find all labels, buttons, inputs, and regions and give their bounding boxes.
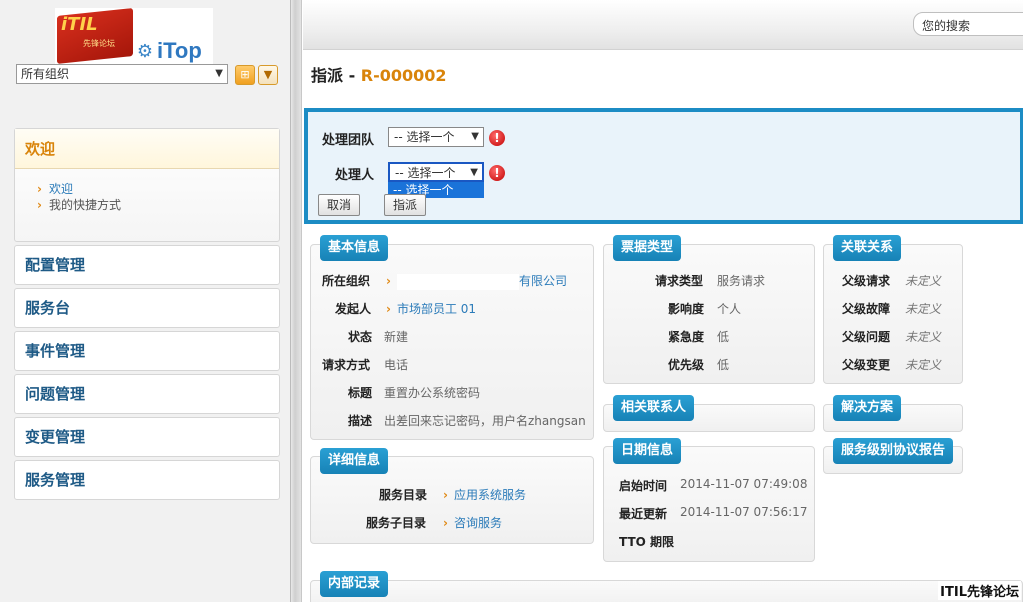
field-label: 影响度 xyxy=(668,302,705,316)
organization-value: 有限公司 xyxy=(518,274,567,288)
logo-flag-title: iTIL xyxy=(61,14,98,35)
menu-problem-management[interactable]: 问题管理 xyxy=(14,374,280,414)
field-label: 父级变更 xyxy=(842,358,891,372)
menu-label: 配置管理 xyxy=(25,256,86,274)
field-label: 父级问题 xyxy=(842,330,891,344)
redacted-area xyxy=(396,273,519,290)
description-value: 出差回来忘记密码，用户名zhangsan xyxy=(384,414,586,428)
field-label: 所在组织 xyxy=(322,274,371,288)
global-search-input[interactable]: 您的搜索 xyxy=(913,12,1023,36)
field-label: 描述 xyxy=(348,414,373,428)
error-icon: ! xyxy=(489,165,505,181)
last-update-value: 2014-11-07 07:56:17 xyxy=(680,505,808,519)
organization-link[interactable]: 有限公司 xyxy=(386,272,567,290)
logo-brand: iTop xyxy=(157,38,202,63)
details-tab[interactable]: 详细信息 xyxy=(320,448,389,474)
ticket-type-tab[interactable]: 票据类型 xyxy=(613,235,682,261)
page-title: 指派 - R-000002 xyxy=(311,62,447,86)
dates-tab[interactable]: 日期信息 xyxy=(613,438,682,464)
parent-request-value: 未定义 xyxy=(905,274,942,288)
field-label: 启始时间 xyxy=(619,479,668,493)
error-icon: ! xyxy=(489,130,505,146)
start-date-value: 2014-11-07 07:49:08 xyxy=(680,477,808,491)
menu-config-management[interactable]: 配置管理 xyxy=(14,245,280,285)
service-subcategory-link[interactable]: 咨询服务 xyxy=(443,514,502,531)
ticket-type-panel xyxy=(603,244,815,384)
field-label: 标题 xyxy=(348,386,373,400)
field-label: 请求方式 xyxy=(322,358,371,372)
menu-welcome: 欢迎 欢迎 我的快捷方式 xyxy=(14,128,280,242)
menu-label: 事件管理 xyxy=(25,342,86,360)
parent-problem-value: 未定义 xyxy=(905,330,942,344)
menu-incident-management[interactable]: 事件管理 xyxy=(14,331,280,371)
status-value: 新建 xyxy=(384,330,409,344)
sla-report-tab[interactable]: 服务级别协议报告 xyxy=(833,438,954,464)
internal-notes-tab[interactable]: 内部记录 xyxy=(320,571,389,597)
team-label: 处理团队 xyxy=(322,133,375,148)
menu-welcome-header[interactable]: 欢迎 xyxy=(15,129,279,169)
chevron-down-icon: ▼ xyxy=(215,68,223,79)
internal-notes-panel xyxy=(310,580,1023,602)
field-label: 服务目录 xyxy=(379,488,428,502)
service-link[interactable]: 应用系统服务 xyxy=(443,486,526,503)
field-label: 优先级 xyxy=(668,358,705,372)
pin-menu-button[interactable]: ▼ xyxy=(258,65,278,85)
field-label: 服务子目录 xyxy=(366,516,427,530)
page-title-ref: R-000002 xyxy=(360,66,447,85)
menu-item-welcome[interactable]: 欢迎 xyxy=(37,181,279,197)
menu-service-desk[interactable]: 服务台 xyxy=(14,288,280,328)
origin-value: 电话 xyxy=(384,358,409,372)
top-bar: 您的搜索 xyxy=(303,0,1023,50)
org-tree-button[interactable]: ⊞ xyxy=(235,65,255,85)
cancel-button[interactable]: 取消 xyxy=(318,194,360,216)
basic-info-tab[interactable]: 基本信息 xyxy=(320,235,389,261)
field-label: 最近更新 xyxy=(619,507,668,521)
menu-item-shortcuts[interactable]: 我的快捷方式 xyxy=(37,197,279,213)
urgency-value: 低 xyxy=(717,330,730,344)
menu-label: 变更管理 xyxy=(25,428,86,446)
solution-tab[interactable]: 解决方案 xyxy=(833,395,902,421)
agent-select[interactable]: -- 选择一个 ▼ xyxy=(388,162,484,182)
logo[interactable]: iTIL 先锋论坛 ⚙ iTop xyxy=(55,8,213,64)
organization-select[interactable]: 所有组织 ▼ xyxy=(16,64,228,84)
parent-change-value: 未定义 xyxy=(905,358,942,372)
logo-flag-subtitle: 先锋论坛 xyxy=(83,39,115,48)
chevron-down-icon: ▼ xyxy=(471,131,479,142)
menu-label: 问题管理 xyxy=(25,385,86,403)
menu-service-management[interactable]: 服务管理 xyxy=(14,460,280,500)
team-select-value: -- 选择一个 xyxy=(394,130,455,144)
agent-select-value: -- 选择一个 xyxy=(395,166,456,180)
field-label: 父级请求 xyxy=(842,274,891,288)
organization-select-value: 所有组织 xyxy=(21,67,70,81)
priority-value: 低 xyxy=(717,358,730,372)
field-label: TTO 期限 xyxy=(619,535,675,549)
request-type-value: 服务请求 xyxy=(717,274,766,288)
agent-label: 处理人 xyxy=(335,168,375,183)
assign-button[interactable]: 指派 xyxy=(384,194,426,216)
chevron-down-icon: ▼ xyxy=(470,167,478,178)
field-label: 请求类型 xyxy=(655,274,704,288)
menu-label: 服务台 xyxy=(25,299,71,317)
team-select[interactable]: -- 选择一个 ▼ xyxy=(388,127,484,147)
impact-value: 个人 xyxy=(717,302,742,316)
field-label: 父级故障 xyxy=(842,302,891,316)
field-label: 状态 xyxy=(348,330,373,344)
sidebar: iTIL 先锋论坛 ⚙ iTop 所有组织 ▼ ⊞ ▼ 欢迎 欢迎 我的快捷方式… xyxy=(0,0,290,602)
gear-icon: ⚙ xyxy=(136,41,154,62)
dispatch-form: 处理团队 -- 选择一个 ▼ ! 处理人 -- 选择一个 ▼ ! -- 选择一个… xyxy=(304,108,1023,224)
page-title-separator: - xyxy=(343,66,361,85)
main-content: 您的搜索 指派 - R-000002 处理团队 -- 选择一个 ▼ ! 处理人 … xyxy=(303,0,1023,602)
menu-label: 服务管理 xyxy=(25,471,86,489)
relations-tab[interactable]: 关联关系 xyxy=(833,235,902,261)
page-title-action: 指派 xyxy=(311,66,344,85)
title-value: 重置办公系统密码 xyxy=(384,386,481,400)
menu-change-management[interactable]: 变更管理 xyxy=(14,417,280,457)
contacts-tab[interactable]: 相关联系人 xyxy=(613,395,695,421)
requester-link[interactable]: 市场部员工 01 xyxy=(386,300,476,317)
watermark: ITIL先锋论坛 xyxy=(938,581,1021,600)
field-label: 发起人 xyxy=(335,302,372,316)
field-label: 紧急度 xyxy=(668,330,705,344)
parent-incident-value: 未定义 xyxy=(905,302,942,316)
sidebar-splitter[interactable] xyxy=(290,0,302,602)
